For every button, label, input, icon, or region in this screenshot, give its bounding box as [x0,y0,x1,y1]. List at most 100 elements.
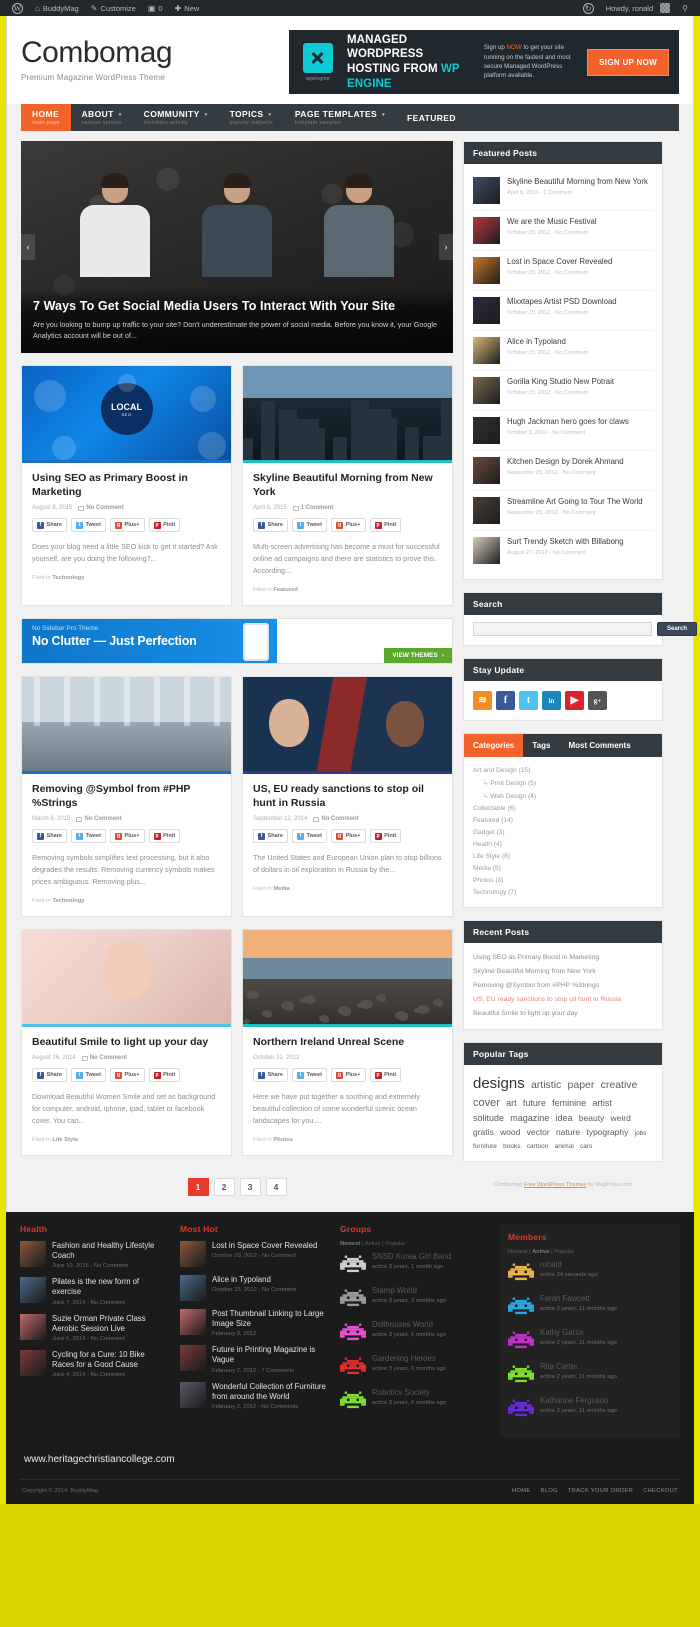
article-title[interactable]: Skyline Beautiful Morning from New York [253,472,442,499]
facebook-share-button[interactable]: f Share [253,518,289,533]
most-hot-item[interactable]: Lost in Space Cover Revealed October 20, … [180,1241,328,1268]
health-title[interactable]: Fashion and Healthy Lifestyle Coach [52,1241,168,1261]
facebook-share-button[interactable]: f Share [32,518,68,533]
tag-link[interactable]: idea [556,1113,573,1123]
group-item[interactable]: Gardening Heroes active 3 years, 6 months… [340,1354,488,1380]
pinterest-share-button[interactable]: p Pinit [369,518,402,533]
tag-link[interactable]: wood [500,1127,520,1137]
health-title[interactable]: Pilates is the new form of exercise [52,1277,168,1297]
pagination-page-2[interactable]: 2 [213,1178,235,1197]
groups-filter-popular[interactable]: Popular [385,1241,405,1247]
tag-link[interactable]: beauty [579,1113,605,1123]
adminbar-updates[interactable]: ↻ [577,0,600,16]
members-filter-popular[interactable]: Popular [554,1249,574,1255]
slider-next-icon[interactable]: › [439,234,453,260]
member-item[interactable]: ronald active 24 seconds ago [508,1260,672,1286]
featured-post-item[interactable]: Kitchen Design by Dorek Ahmand September … [473,451,653,491]
credit-link[interactable]: Free WordPress Themes [524,1182,586,1188]
category-item[interactable]: Photos (3) [473,874,653,886]
pagination-page-1[interactable]: 1 [187,1178,209,1197]
recent-post-item[interactable]: Skyline Beautiful Morning from New York [473,964,653,978]
featured-post-title[interactable]: Surt Trendy Sketch with Billabong [507,537,624,547]
tag-link[interactable]: weird [611,1113,631,1123]
google-plus-share-button[interactable]: g Plus+ [109,518,145,533]
recent-post-item[interactable]: Beautiful Smile to light up your day [473,1006,653,1020]
most-hot-title[interactable]: Alice in Typoland [212,1275,296,1285]
tab-categories[interactable]: Categories [464,734,524,757]
health-item[interactable]: Pilates is the new form of exercise June … [20,1277,168,1306]
featured-post-item[interactable]: Mixxtapes Artist PSD Download October 15,… [473,291,653,331]
google-plus-share-button[interactable]: g Plus+ [330,518,366,533]
header-advertisement[interactable]: wpengine MANAGED WORDPRESS HOSTING FROM … [289,30,679,94]
politicians-thumbnail[interactable] [243,676,452,771]
featured-post-item[interactable]: Streamline Art Going to Tour The World Se… [473,491,653,531]
nav-item-about[interactable]: ABOUT ▾ various options [71,104,133,131]
google-plus-share-button[interactable]: g Plus+ [330,1068,366,1083]
pagination-page-4[interactable]: 4 [265,1178,287,1197]
featured-post-title[interactable]: Lost in Space Cover Revealed [507,257,612,267]
footer-link-home[interactable]: HOME [512,1488,531,1494]
nav-item-page-templates[interactable]: PAGE TEMPLATES ▾ template samples [284,104,396,131]
hero-title[interactable]: 7 Ways To Get Social Media Users To Inte… [33,299,441,313]
groups-filter[interactable]: Newest | Active | Popular [340,1241,488,1247]
google-plus-share-button[interactable]: g Plus+ [330,829,366,844]
office-interior-thumbnail[interactable] [22,676,231,771]
search-input[interactable] [473,622,652,636]
article-card[interactable]: Removing @Symbol from #PHP %Strings March… [21,675,232,917]
featured-post-title[interactable]: Streamline Art Going to Tour The World [507,497,643,507]
tab-most-comments[interactable]: Most Comments [559,734,639,757]
members-filter-active[interactable]: Active [532,1249,549,1255]
featured-post-title[interactable]: We are the Music Festival [507,217,597,227]
article-card[interactable]: Northern Ireland Unreal Scene October 21,… [242,928,453,1157]
member-item[interactable]: Rita Carter active 2 years, 11 months ago [508,1362,672,1388]
group-item[interactable]: Stamp World active 3 years, 3 months ago [340,1286,488,1312]
member-name[interactable]: Farah Fawcett [540,1294,617,1304]
article-title[interactable]: Northern Ireland Unreal Scene [253,1036,442,1050]
featured-post-title[interactable]: Gorilla King Studio New Potrait [507,377,614,387]
adminbar-customize[interactable]: ✎ Customize [85,0,142,16]
most-hot-title[interactable]: Wonderful Collection of Furniture from a… [212,1382,328,1402]
tag-link[interactable]: typography [586,1127,628,1137]
footer-link-track-your-order[interactable]: TRACK YOUR ORDER [568,1488,633,1494]
category-item[interactable]: Featured (14) [473,814,653,826]
tag-link[interactable]: jobs [635,1130,647,1137]
nav-item-home[interactable]: HOME main page [21,104,71,131]
twitter-share-button[interactable]: t Tweet [71,829,106,844]
view-themes-button[interactable]: VIEW THEMES › [384,647,452,663]
featured-post-item[interactable]: Gorilla King Studio New Potrait October 1… [473,371,653,411]
tag-link[interactable]: solitude [473,1113,504,1123]
twitter-icon[interactable]: t [519,691,538,710]
member-item[interactable]: Farah Fawcett active 2 years, 11 months a… [508,1294,672,1320]
featured-post-item[interactable]: Surt Trendy Sketch with Billabong August … [473,531,653,570]
nav-item-topics[interactable]: TOPICS ▾ popular subjects [219,104,284,131]
article-comment-count[interactable]: No Comment [313,816,359,822]
member-name[interactable]: Katharine Ferguson [540,1396,617,1406]
featured-post-item[interactable]: Hugh Jackman hero goes for claws October … [473,411,653,451]
twitter-share-button[interactable]: t Tweet [292,829,327,844]
health-title[interactable]: Suzie Orman Private Class Aerobic Sessio… [52,1314,168,1334]
group-name[interactable]: SNSD Korea Girl Band [372,1252,451,1262]
most-hot-item[interactable]: Future in Printing Magazine is Vague Febr… [180,1345,328,1374]
facebook-share-button[interactable]: f Share [253,1068,289,1083]
group-item[interactable]: SNSD Korea Girl Band active 3 years, 1 mo… [340,1252,488,1278]
pagination-page-3[interactable]: 3 [239,1178,261,1197]
most-hot-item[interactable]: Wonderful Collection of Furniture from a… [180,1381,328,1410]
twitter-share-button[interactable]: t Tweet [292,1068,327,1083]
article-comment-count[interactable]: 1 Comment [292,505,333,511]
tag-link[interactable]: designs [473,1075,525,1092]
mid-banner-ad[interactable]: No Sidebar Pro Theme No Clutter — Just Pe… [21,617,453,664]
filed-category[interactable]: Technology [52,898,84,904]
featured-post-item[interactable]: Skyline Beautiful Morning from New York A… [473,171,653,211]
featured-post-title[interactable]: Hugh Jackman hero goes for claws [507,417,629,427]
adminbar-howdy[interactable]: Howdy, ronald [600,0,676,16]
tag-link[interactable]: cartoon [527,1143,549,1150]
members-filter[interactable]: Newest | Active | Popular [508,1249,672,1255]
city-skyline-thumbnail[interactable] [243,366,452,460]
twitter-share-button[interactable]: t Tweet [292,518,327,533]
most-hot-title[interactable]: Future in Printing Magazine is Vague [212,1345,328,1365]
tag-link[interactable]: creative [601,1079,638,1091]
adminbar-comments[interactable]: ▣ 0 [142,0,169,16]
member-item[interactable]: Katharine Ferguson active 2 years, 11 mon… [508,1396,672,1422]
branding[interactable]: Combomag Premium Magazine WordPress Them… [21,30,173,82]
member-name[interactable]: Rita Carter [540,1362,617,1372]
